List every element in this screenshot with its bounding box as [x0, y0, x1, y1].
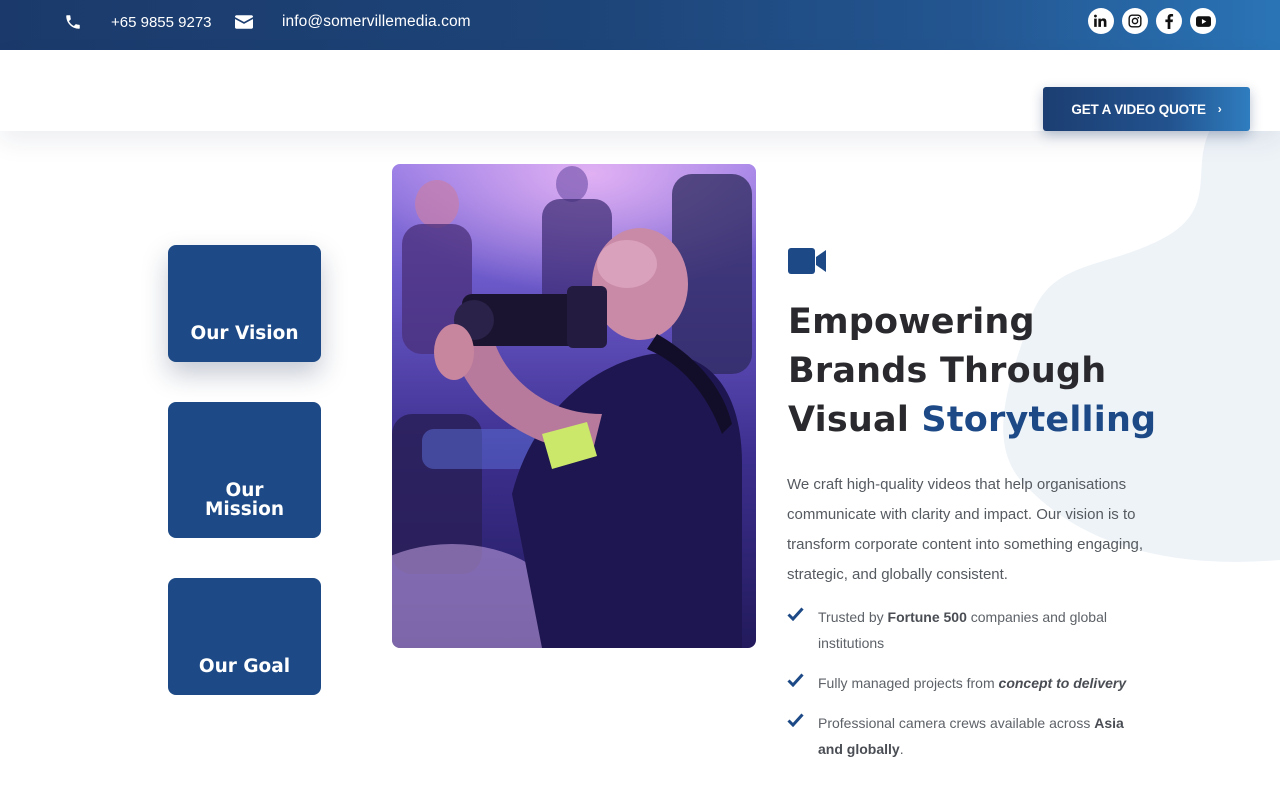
feature-text: Fully managed projects from [818, 675, 999, 691]
our-goal-card[interactable]: Our Goal [168, 578, 321, 695]
checkmark-icon [787, 607, 804, 621]
instagram-icon[interactable] [1122, 8, 1148, 34]
feature-list: Trusted by Fortune 500 companies and glo… [787, 604, 1147, 776]
feature-emphasis: concept to delivery [998, 675, 1127, 691]
phone-number-link[interactable]: +65 9855 9273 [111, 0, 212, 44]
headline-text: Visual [788, 400, 922, 440]
feature-text: Professional camera crews available acro… [818, 715, 1095, 731]
list-item: Trusted by Fortune 500 companies and glo… [787, 604, 1147, 656]
facebook-icon[interactable] [1156, 8, 1182, 34]
feature-text: . [899, 741, 904, 757]
checkmark-icon [787, 713, 804, 727]
headline-line: Brands Through [788, 351, 1107, 391]
headline-line: Empowering [788, 302, 1035, 342]
youtube-icon[interactable] [1190, 8, 1216, 34]
quote-button-label: GET A VIDEO QUOTE [1071, 101, 1206, 117]
card-label: Our Vision [190, 323, 299, 344]
feature-emphasis: Fortune 500 [887, 609, 967, 625]
envelope-icon[interactable] [235, 0, 253, 44]
our-vision-card[interactable]: Our Vision [168, 245, 321, 362]
phone-icon[interactable] [64, 0, 82, 44]
headline-accent: Storytelling [921, 400, 1157, 440]
linkedin-icon[interactable] [1088, 8, 1114, 34]
checkmark-icon [787, 673, 804, 687]
videographer-photo [392, 164, 756, 648]
video-camera-icon [788, 248, 826, 274]
card-label: Our Mission [205, 480, 284, 520]
site-header: GET A VIDEO QUOTE › [0, 50, 1280, 131]
page-headline: Empowering Brands Through Visual Storyte… [788, 298, 1208, 445]
our-mission-card[interactable]: Our Mission [168, 402, 321, 538]
list-item: Fully managed projects from concept to d… [787, 670, 1147, 696]
chevron-right-icon: › [1217, 102, 1222, 116]
feature-text: Trusted by [818, 609, 888, 625]
social-links [1088, 8, 1216, 34]
get-video-quote-button[interactable]: GET A VIDEO QUOTE › [1043, 87, 1250, 131]
email-link[interactable]: info@somervillemedia.com [282, 0, 471, 44]
headline-line: Visual Storytelling [788, 396, 1208, 445]
list-item: Professional camera crews available acro… [787, 710, 1147, 762]
intro-paragraph: We craft high-quality videos that help o… [787, 476, 1144, 583]
card-label: Our Goal [198, 656, 291, 677]
top-bar: +65 9855 9273 info@somervillemedia.com [0, 0, 1280, 50]
